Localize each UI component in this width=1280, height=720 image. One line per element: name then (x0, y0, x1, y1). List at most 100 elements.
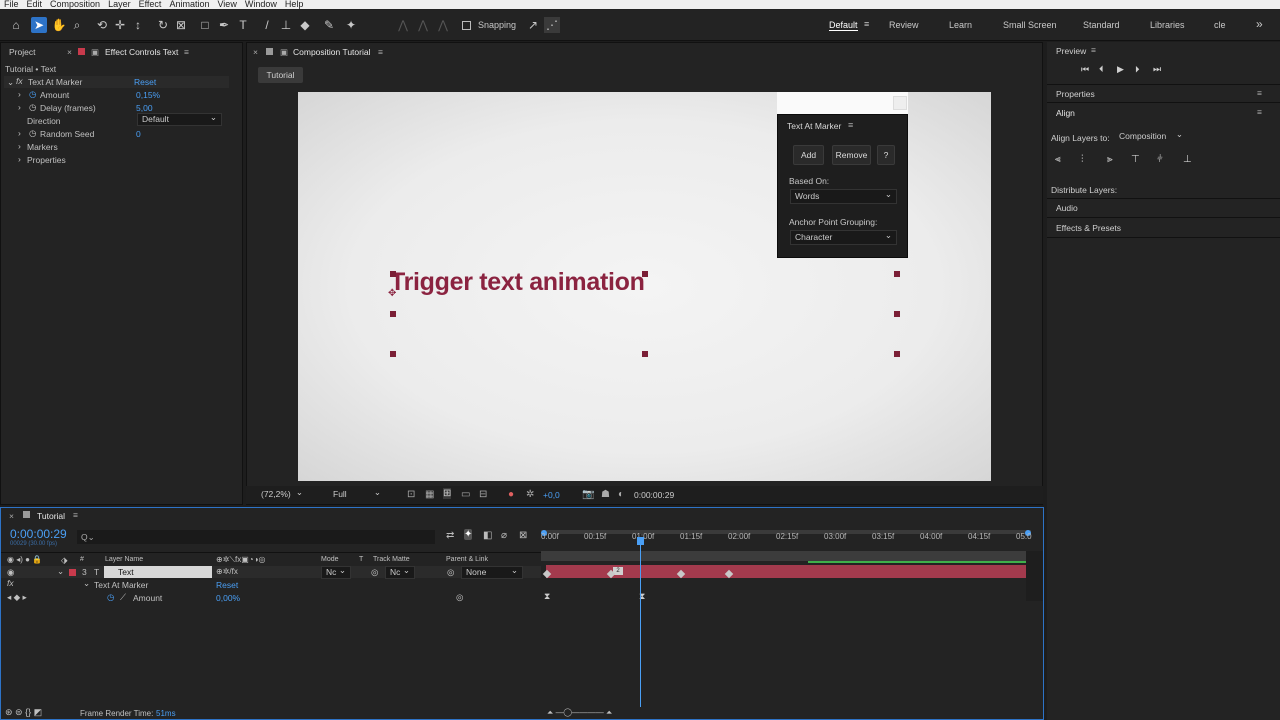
stopwatch-icon[interactable]: ◷ (29, 128, 36, 139)
close-icon[interactable]: × (67, 43, 72, 61)
effect-controls-tab[interactable]: Effect Controls Text (105, 43, 178, 61)
parent-dropdown[interactable]: None (461, 565, 523, 579)
properties-group[interactable]: Properties (27, 155, 66, 165)
transform-handle[interactable] (642, 271, 648, 277)
pan-tool-icon[interactable]: ✛ (112, 17, 128, 33)
current-time-indicator[interactable] (640, 537, 641, 707)
matte-icon[interactable]: ◎ (371, 567, 378, 578)
snap-options-icon[interactable]: ↗ (525, 17, 541, 33)
audio-tab[interactable]: Audio (1056, 203, 1078, 213)
panel-menu-icon[interactable]: ≡ (1257, 88, 1262, 98)
current-time[interactable]: 0:00:00:29 (10, 527, 67, 541)
channels-icon[interactable]: ● (508, 489, 514, 500)
prev-frame-icon[interactable]: ⏴ (1099, 64, 1104, 75)
delay-row-expand-icon[interactable]: › (18, 102, 21, 112)
align-center-h-icon[interactable]: ⫶ (1081, 154, 1091, 165)
panel-menu-icon[interactable]: ≡ (848, 120, 853, 130)
track-matte-dropdown[interactable]: Nc (385, 565, 415, 579)
zoom-dropdown[interactable]: (72,2%) (256, 487, 308, 501)
home-icon[interactable]: ⌂ (8, 17, 24, 33)
anchor-tool-icon[interactable]: ⊠ (173, 17, 189, 33)
more-workspaces-icon[interactable]: » (1256, 17, 1263, 31)
pen-tool-icon[interactable]: ✒ (216, 17, 232, 33)
workspace-libraries[interactable]: Libraries (1150, 20, 1185, 30)
snapping-checkbox[interactable] (462, 21, 471, 30)
properties-tab[interactable]: Properties (1056, 89, 1095, 99)
project-tab[interactable]: Project (9, 47, 35, 57)
color-management-icon[interactable]: ✲ (526, 489, 534, 500)
workspace-standard[interactable]: Standard (1083, 20, 1120, 30)
hand-tool-icon[interactable]: ✋ (51, 17, 67, 33)
panel-menu-icon[interactable]: ≡ (1091, 45, 1096, 55)
amount-value[interactable]: 0,15% (136, 90, 160, 100)
frame-blending-icon[interactable]: ⌀ (501, 530, 507, 541)
align-center-v-icon[interactable]: ⫩ (1157, 154, 1167, 165)
flowchart-tutorial-chip[interactable]: Tutorial (258, 67, 303, 83)
type-tool-icon[interactable]: T (235, 17, 251, 33)
layer-switches-icons[interactable]: ⊕✲/fx (216, 567, 238, 576)
layer-expand-icon[interactable]: ⌄ (57, 566, 64, 577)
add-button[interactable]: Add (793, 145, 824, 165)
effect-expand-icon[interactable]: ⌄ (7, 77, 14, 88)
delay-value[interactable]: 5,00 (136, 103, 153, 113)
timeline-tab[interactable]: Tutorial (37, 511, 65, 521)
layer-search-input[interactable] (77, 530, 435, 544)
zoom-slider-icon[interactable]: ⏶ ―◯―――― ⏶ (547, 708, 612, 718)
panel-menu-icon[interactable]: ≡ (378, 43, 383, 61)
align-bottom-icon[interactable]: ⊥ (1183, 154, 1193, 165)
align-tab[interactable]: Align (1056, 108, 1075, 118)
menu-effect[interactable]: Effect (139, 0, 162, 9)
show-snapshot-icon[interactable]: ☗ (601, 489, 610, 500)
menu-layer[interactable]: Layer (108, 0, 131, 9)
snap-grid-icon[interactable]: ⋰ (544, 17, 560, 33)
play-icon[interactable]: ▶ (1117, 64, 1124, 75)
preview-tab[interactable]: Preview (1056, 46, 1086, 56)
align-left-icon[interactable]: ⫷ (1055, 154, 1065, 165)
transform-handle[interactable] (894, 271, 900, 277)
layer-label-color[interactable] (69, 569, 76, 576)
workspace-cle[interactable]: cle (1214, 20, 1226, 30)
seed-row-expand-icon[interactable]: › (18, 128, 21, 138)
stopwatch-icon[interactable]: ◷ (29, 102, 36, 113)
based-on-dropdown[interactable]: Words (790, 188, 897, 204)
clone-stamp-icon[interactable]: ⊥ (278, 17, 294, 33)
stopwatch-icon[interactable]: ◷ (107, 592, 114, 603)
menu-window[interactable]: Window (245, 0, 277, 9)
work-area-range[interactable] (541, 551, 1031, 561)
menu-edit[interactable]: Edit (27, 0, 43, 9)
transform-handle[interactable] (642, 351, 648, 357)
visibility-eye-icon[interactable]: ◉ (7, 567, 14, 578)
workspace-small-screen[interactable]: Small Screen (1003, 20, 1057, 30)
first-frame-icon[interactable]: ⏮ (1081, 64, 1089, 75)
transform-handle[interactable] (390, 271, 396, 277)
amount-row-expand-icon[interactable]: › (18, 89, 21, 99)
region-icon[interactable]: ⊡ (407, 489, 415, 500)
panel-menu-icon[interactable]: ≡ (184, 43, 189, 61)
stopwatch-icon[interactable]: ◷ (29, 89, 36, 100)
properties-expand-icon[interactable]: › (18, 154, 21, 164)
composition-mini-flowchart-icon[interactable]: ⇄ (446, 530, 454, 541)
fx-icon[interactable]: fx (16, 76, 23, 86)
dolly-tool-icon[interactable]: ↕ (130, 17, 146, 33)
resolution-dropdown[interactable]: Full (328, 487, 386, 501)
eraser-icon[interactable]: ◆ (297, 17, 313, 33)
menu-animation[interactable]: Animation (169, 0, 209, 9)
effects-presets-tab[interactable]: Effects & Presets (1056, 223, 1121, 233)
align-top-icon[interactable]: ⊤ (1131, 154, 1141, 165)
markers-group[interactable]: Markers (27, 142, 58, 152)
workspace-learn[interactable]: Learn (949, 20, 972, 30)
orbit-tool-icon[interactable]: ⟲ (94, 17, 110, 33)
snapshot-icon[interactable]: 📷 (582, 489, 594, 500)
workspace-default[interactable]: Default (829, 20, 858, 31)
next-frame-icon[interactable]: ⏵ (1135, 64, 1140, 75)
workspace-menu-icon[interactable]: ≡ (864, 19, 869, 29)
exposure-value[interactable]: +0,0 (543, 490, 560, 500)
menu-help[interactable]: Help (285, 0, 304, 9)
axis-view-icon[interactable]: ⋀ (435, 17, 451, 33)
pickwhip-icon[interactable]: ◎ (447, 567, 454, 578)
brush-tool-icon[interactable]: / (259, 17, 275, 33)
expression-pickwhip-icon[interactable]: ◎ (456, 592, 463, 603)
roto-brush-icon[interactable]: ✎ (321, 17, 337, 33)
rectangle-tool-icon[interactable]: □ (197, 17, 213, 33)
zoom-tool-icon[interactable]: ⌕ (69, 17, 85, 33)
